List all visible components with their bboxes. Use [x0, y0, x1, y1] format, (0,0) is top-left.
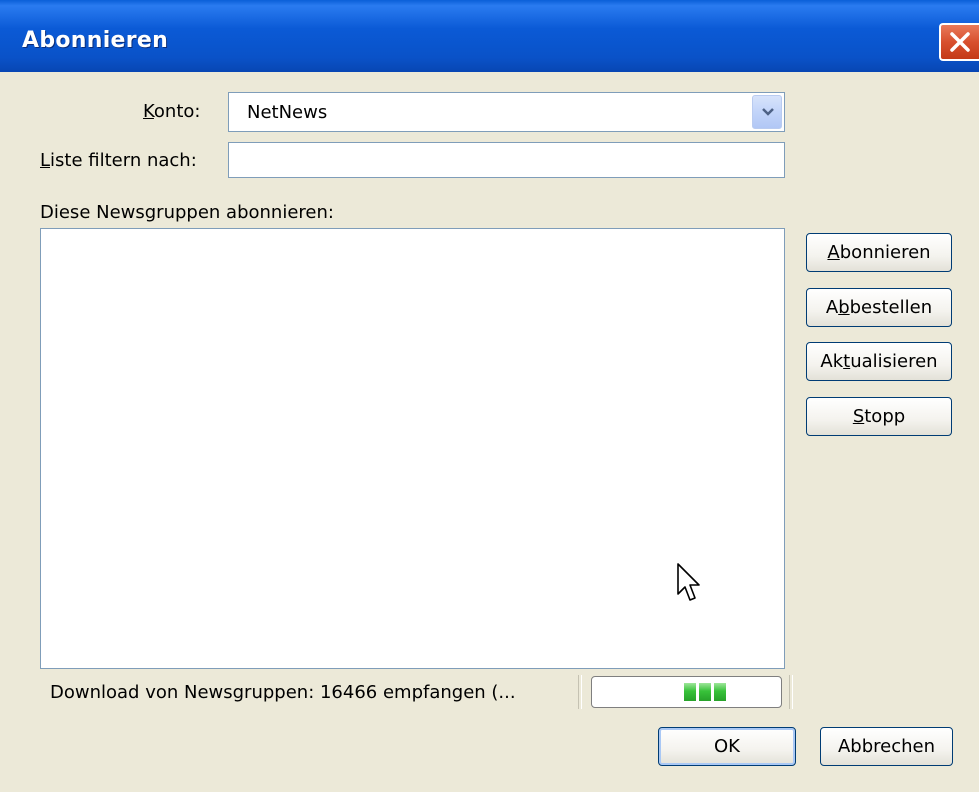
subscribe-dialog: Abonnieren Konto: NetNews Liste filtern …: [0, 0, 979, 792]
status-separator-end: [789, 675, 793, 709]
ok-button[interactable]: OK: [658, 727, 796, 766]
stop-button-mnemonic: S: [852, 406, 865, 427]
unsubscribe-button-mnemonic: b: [838, 297, 850, 318]
title-bar[interactable]: Abonnieren: [0, 0, 979, 72]
progress-fill: [684, 683, 726, 701]
close-icon: [950, 32, 970, 52]
unsubscribe-button-text-pre: A: [825, 297, 839, 318]
window-title: Abonnieren: [22, 28, 169, 53]
account-select-dropdown-button[interactable]: [752, 95, 782, 129]
chevron-down-icon: [762, 108, 774, 116]
subscribe-button[interactable]: Abonnieren: [806, 233, 952, 272]
account-label-mnemonic: K: [143, 101, 154, 122]
stop-button-text: topp: [864, 406, 906, 427]
filter-label-text: iste filtern nach:: [50, 150, 197, 171]
refresh-button[interactable]: Aktualisieren: [806, 342, 952, 381]
status-separator: [578, 675, 582, 709]
progress-block: [714, 683, 726, 701]
subscribe-button-mnemonic: A: [827, 242, 840, 263]
refresh-button-text-pre: Ak: [820, 351, 844, 372]
progress-block: [699, 683, 711, 701]
unsubscribe-button[interactable]: Abbestellen: [806, 288, 952, 327]
newsgroups-list-label: Diese Newsgruppen abonnieren:: [40, 202, 334, 223]
newsgroups-list[interactable]: [40, 228, 785, 669]
account-label-text: onto:: [153, 101, 201, 122]
cancel-button[interactable]: Abbrechen: [820, 727, 953, 766]
mouse-pointer-icon: [677, 563, 700, 601]
account-select-value: NetNews: [247, 102, 328, 123]
filter-label-mnemonic: L: [40, 150, 51, 171]
filter-label: Liste filtern nach:: [40, 150, 197, 171]
refresh-button-text: ualisieren: [850, 351, 938, 372]
close-button[interactable]: [939, 23, 979, 61]
status-text: Download von Newsgruppen: 16466 empfange…: [50, 682, 516, 703]
stop-button[interactable]: Stopp: [806, 397, 952, 436]
account-label: Konto:: [143, 101, 200, 122]
filter-input[interactable]: [228, 142, 785, 178]
subscribe-button-text: bonnieren: [839, 242, 931, 263]
download-progress-bar: [591, 676, 782, 708]
progress-block: [684, 683, 696, 701]
unsubscribe-button-text: bestellen: [849, 297, 933, 318]
account-select[interactable]: NetNews: [228, 92, 785, 132]
